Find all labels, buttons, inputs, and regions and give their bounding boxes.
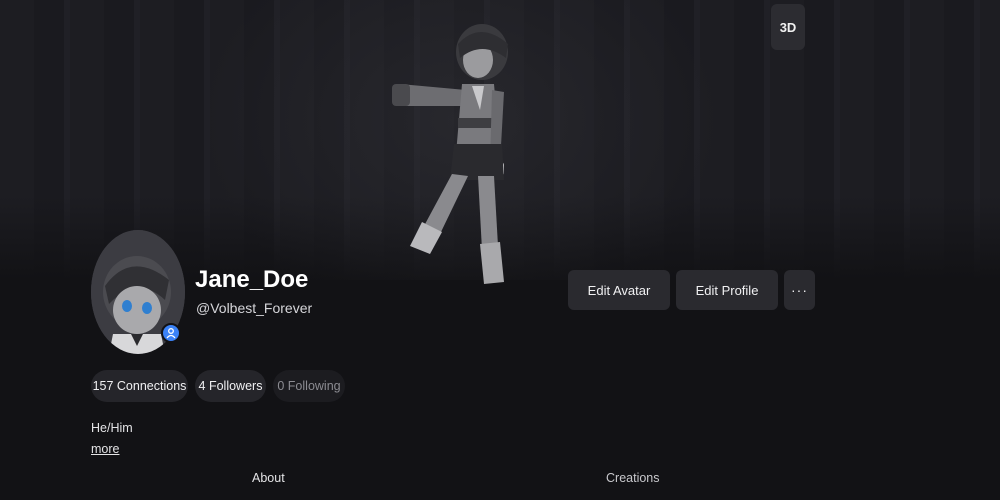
edit-profile-button[interactable]: Edit Profile [676,270,778,310]
user-badge-icon [161,323,181,343]
followers-label: 4 Followers [198,379,263,393]
edit-profile-label: Edit Profile [695,282,759,298]
avatar-3d-figure[interactable] [370,14,530,286]
following-label: 0 Following [277,379,341,393]
connections-label: 157 Connections [92,379,187,393]
view-3d-toggle-button[interactable]: 3D [771,4,805,50]
avatar[interactable] [91,230,185,354]
edit-avatar-button[interactable]: Edit Avatar [568,270,670,310]
display-name: Jane_Doe [195,266,309,293]
edit-avatar-label: Edit Avatar [587,282,651,298]
profile-page: 3D Jane_Doe @Volbest_Forever Edit Avatar… [0,0,1000,500]
tab-creations[interactable]: Creations [606,471,660,485]
more-options-button[interactable]: ··· [784,270,815,310]
connections-count-button[interactable]: 157 Connections [91,370,188,402]
username: @Volbest_Forever [196,300,313,316]
profile-bio: He/Him [91,421,133,435]
following-count-button[interactable]: 0 Following [273,370,345,402]
ellipsis-icon: ··· [791,282,808,298]
followers-count-button[interactable]: 4 Followers [195,370,266,402]
view-3d-toggle-label: 3D [779,19,797,35]
bio-more-link[interactable]: more [91,442,119,456]
tab-about[interactable]: About [252,471,285,485]
